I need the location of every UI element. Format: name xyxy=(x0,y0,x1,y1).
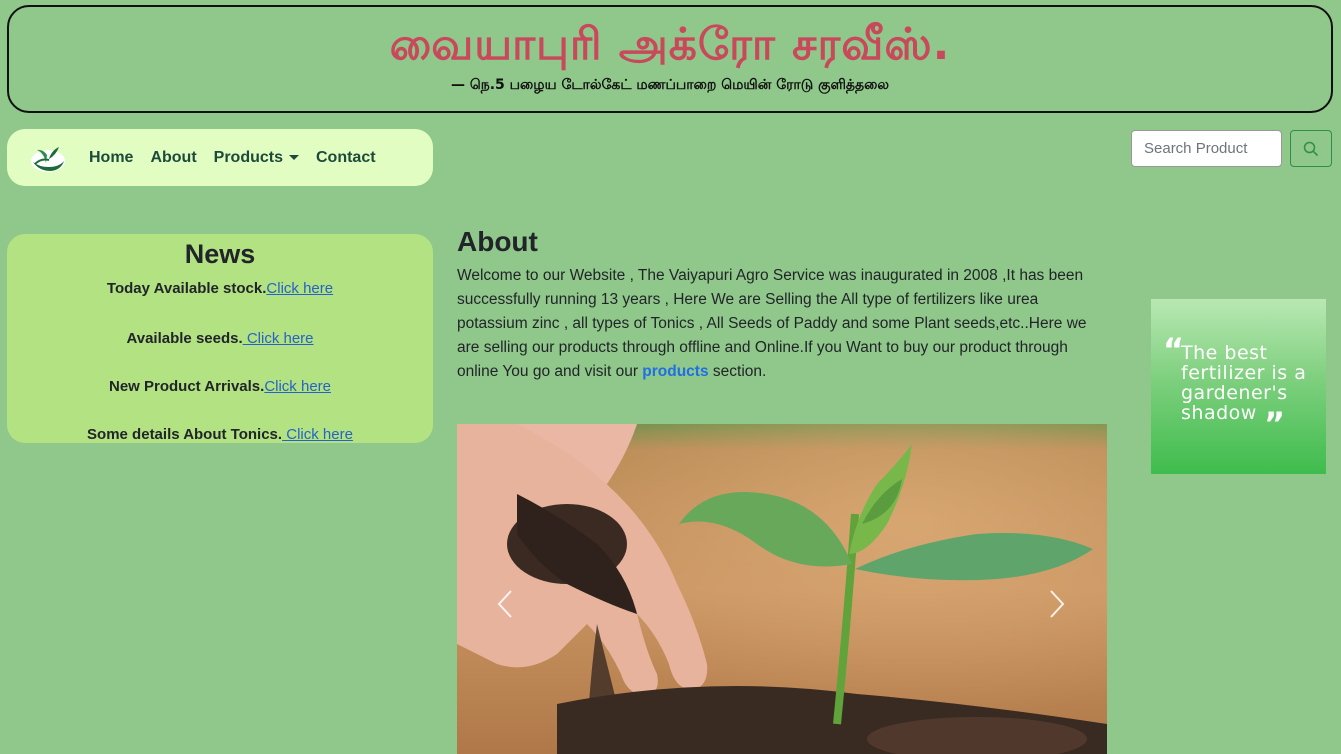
news-title: News xyxy=(184,239,256,269)
nav-products-label: Products xyxy=(213,148,283,166)
nav-home[interactable]: Home xyxy=(89,149,133,167)
news-panel: News Today Available stock.Click here Av… xyxy=(7,234,433,443)
chevron-left-icon[interactable] xyxy=(497,589,513,624)
nav-contact[interactable]: Contact xyxy=(316,149,376,167)
nav-about[interactable]: About xyxy=(150,149,196,167)
caret-down-icon xyxy=(289,154,299,160)
about-text: Welcome to our Website , The Vaiyapuri A… xyxy=(457,264,1109,384)
seedling-photo xyxy=(457,424,1107,754)
products-link[interactable]: products xyxy=(642,363,708,380)
search-input[interactable] xyxy=(1131,130,1282,167)
about-title: About xyxy=(457,226,538,257)
about-text-end: section. xyxy=(708,363,767,380)
news-item-link[interactable]: Click here xyxy=(264,378,331,395)
nav-products-dropdown[interactable]: Products xyxy=(214,149,299,167)
news-item-link[interactable]: Click here xyxy=(243,330,314,347)
news-item-link[interactable]: Click here xyxy=(282,426,353,443)
quote-close-icon: ” xyxy=(1264,405,1286,443)
news-item: Some details About Tonics. Click here xyxy=(7,415,433,443)
quote-card: “ The best fertilizer is a gardener's sh… xyxy=(1151,299,1326,474)
about-section: About Welcome to our Website , The Vaiya… xyxy=(457,224,1109,384)
news-item-link[interactable]: Click here xyxy=(266,280,333,297)
news-item-text: Available seeds. xyxy=(126,330,243,347)
news-item: Today Available stock.Click here xyxy=(7,271,433,319)
news-item-text: New Product Arrivals. xyxy=(108,378,265,395)
news-item-text: Today Available stock. xyxy=(106,280,267,297)
image-carousel[interactable] xyxy=(457,424,1107,754)
navbar: Home About Products Contact xyxy=(7,129,433,186)
search-icon xyxy=(1303,141,1319,156)
news-item: New Product Arrivals.Click here xyxy=(7,367,433,415)
site-title: வையாபுரி அக்ரோ சரவீஸ். xyxy=(389,19,951,70)
news-item: Available seeds. Click here xyxy=(7,319,433,367)
chevron-right-icon[interactable] xyxy=(1049,589,1065,624)
site-address: — நெ.5 பழைய டோல்கேட் மணப்பாறை மெயின் ரோட… xyxy=(450,77,890,93)
search-button[interactable] xyxy=(1290,130,1332,167)
site-header: வையாபுரி அக்ரோ சரவீஸ். — நெ.5 பழைய டோல்க… xyxy=(7,5,1333,113)
news-item-text: Some details About Tonics. xyxy=(87,426,283,443)
plant-hand-logo-icon[interactable] xyxy=(29,141,67,175)
about-text-main: Welcome to our Website , The Vaiyapuri A… xyxy=(457,267,1087,380)
quote-text: The best fertilizer is a gardener's shad… xyxy=(1181,342,1307,424)
